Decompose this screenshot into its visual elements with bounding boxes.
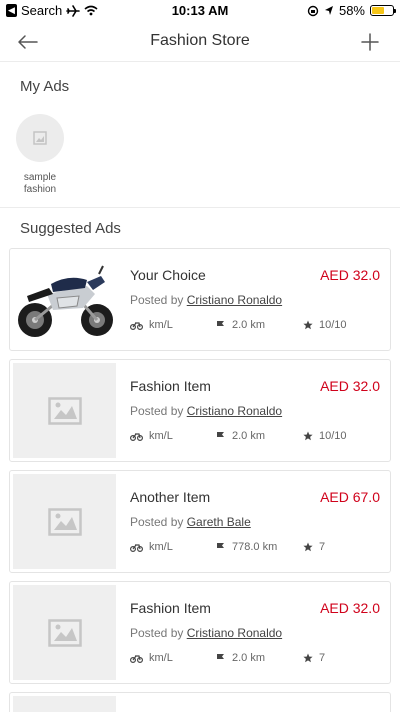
ad-posted-by: Posted by Cristiano Ronaldo <box>130 404 282 418</box>
ad-meta: km/L 778.0 km 7 <box>130 541 380 555</box>
star-icon <box>303 542 313 552</box>
status-bar: ◀ Search 10:13 AM 58% <box>0 0 400 22</box>
star-icon <box>303 431 313 441</box>
posted-by-label: Posted by <box>130 293 184 307</box>
ad-card[interactable]: Your Choice AED 32.0 Posted by Cristiano… <box>9 248 391 351</box>
bike-icon <box>130 544 143 552</box>
rating: 10/10 <box>303 319 347 331</box>
my-ad-label: sample fashion <box>23 172 57 195</box>
ad-title: Your Choice <box>130 267 206 283</box>
my-ads-title: My Ads <box>20 78 70 95</box>
distance: 2.0 km <box>216 319 265 331</box>
ad-thumbnail[interactable] <box>13 474 116 569</box>
star-icon <box>303 653 313 663</box>
star-icon <box>303 320 313 330</box>
flag-icon <box>217 432 224 441</box>
add-icon[interactable] <box>358 30 382 54</box>
my-ad-thumbnail[interactable] <box>16 114 64 162</box>
mileage-value: km/L <box>149 319 173 331</box>
mileage-value: km/L <box>149 652 173 664</box>
ad-title: Another Item <box>130 489 211 505</box>
battery-fill <box>372 7 384 14</box>
distance-value: 2.0 km <box>232 430 266 442</box>
ad-card[interactable]: Another Item AED 67.0 Posted by Gareth B… <box>9 470 391 573</box>
distance-value: 2.0 km <box>232 652 266 664</box>
mileage: km/L <box>130 652 173 664</box>
ad-price: AED 32.0 <box>320 600 380 616</box>
flag-icon <box>217 654 224 663</box>
ad-posted-by: Posted by Cristiano Ronaldo <box>130 626 282 640</box>
page-title: Fashion Store <box>150 32 250 49</box>
rating-value: 7 <box>319 541 326 553</box>
ad-meta: km/L 2.0 km 7 <box>130 652 380 666</box>
ad-thumbnail[interactable] <box>13 696 116 712</box>
ad-title: Fashion Item <box>130 378 211 394</box>
ad-price: AED 32.0 <box>320 267 380 283</box>
mileage-value: km/L <box>149 430 173 442</box>
status-right: 58% <box>307 3 396 18</box>
image-placeholder-icon <box>47 507 82 536</box>
distance: 778.0 km <box>216 541 277 553</box>
suggested-ads-title: Suggested Ads <box>20 220 121 237</box>
ad-posted-by: Posted by Cristiano Ronaldo <box>130 293 282 307</box>
distance-value: 778.0 km <box>232 541 278 553</box>
orientation-lock-icon <box>307 5 319 16</box>
posted-by-label: Posted by <box>130 626 184 640</box>
ad-card[interactable]: Fashion Item AED 32.0 Posted by Cristian… <box>9 359 391 462</box>
section-divider <box>0 207 400 208</box>
poster-link[interactable]: Gareth Bale <box>187 515 251 529</box>
poster-link[interactable]: Cristiano Ronaldo <box>187 404 282 418</box>
bike-icon <box>130 655 143 663</box>
bike-icon <box>130 322 143 330</box>
ad-posted-by: Posted by Gareth Bale <box>130 515 251 529</box>
mileage: km/L <box>130 430 173 442</box>
ad-thumbnail[interactable] <box>13 363 116 458</box>
ad-meta: km/L 2.0 km 10/10 <box>130 319 380 333</box>
poster-link[interactable]: Cristiano Ronaldo <box>187 293 282 307</box>
distance: 2.0 km <box>216 430 265 442</box>
nav-bar: Fashion Store <box>0 22 400 62</box>
mileage-value: km/L <box>149 541 173 553</box>
poster-link[interactable]: Cristiano Ronaldo <box>187 626 282 640</box>
rating-value: 10/10 <box>319 319 347 331</box>
battery-percent: 58% <box>338 3 365 18</box>
ad-meta: km/L 2.0 km 10/10 <box>130 430 380 444</box>
battery-icon <box>370 5 396 16</box>
rating: 7 <box>303 541 325 553</box>
ad-price: AED 67.0 <box>320 489 380 505</box>
flag-icon <box>217 321 224 330</box>
rating-value: 10/10 <box>319 430 347 442</box>
rating: 10/10 <box>303 430 347 442</box>
ad-price: AED 32.0 <box>320 378 380 394</box>
ad-title: Fashion Item <box>130 600 211 616</box>
mileage: km/L <box>130 319 173 331</box>
image-placeholder-icon <box>47 396 82 425</box>
flag-icon <box>217 543 224 552</box>
posted-by-label: Posted by <box>130 404 184 418</box>
ad-thumbnail[interactable] <box>13 252 116 347</box>
image-placeholder-icon <box>47 618 82 647</box>
image-placeholder-icon <box>33 131 47 145</box>
distance: 2.0 km <box>216 652 265 664</box>
mileage: km/L <box>130 541 173 553</box>
posted-by-label: Posted by <box>130 515 184 529</box>
my-ad-item[interactable]: sample fashion <box>16 114 64 196</box>
bike-icon <box>130 433 143 441</box>
rating: 7 <box>303 652 325 664</box>
rating-value: 7 <box>319 652 326 664</box>
ad-card[interactable] <box>9 692 391 712</box>
motorcycle-photo <box>13 252 116 347</box>
distance-value: 2.0 km <box>232 319 266 331</box>
location-icon <box>324 5 333 15</box>
ad-card[interactable]: Fashion Item AED 32.0 Posted by Cristian… <box>9 581 391 684</box>
ad-thumbnail[interactable] <box>13 585 116 680</box>
